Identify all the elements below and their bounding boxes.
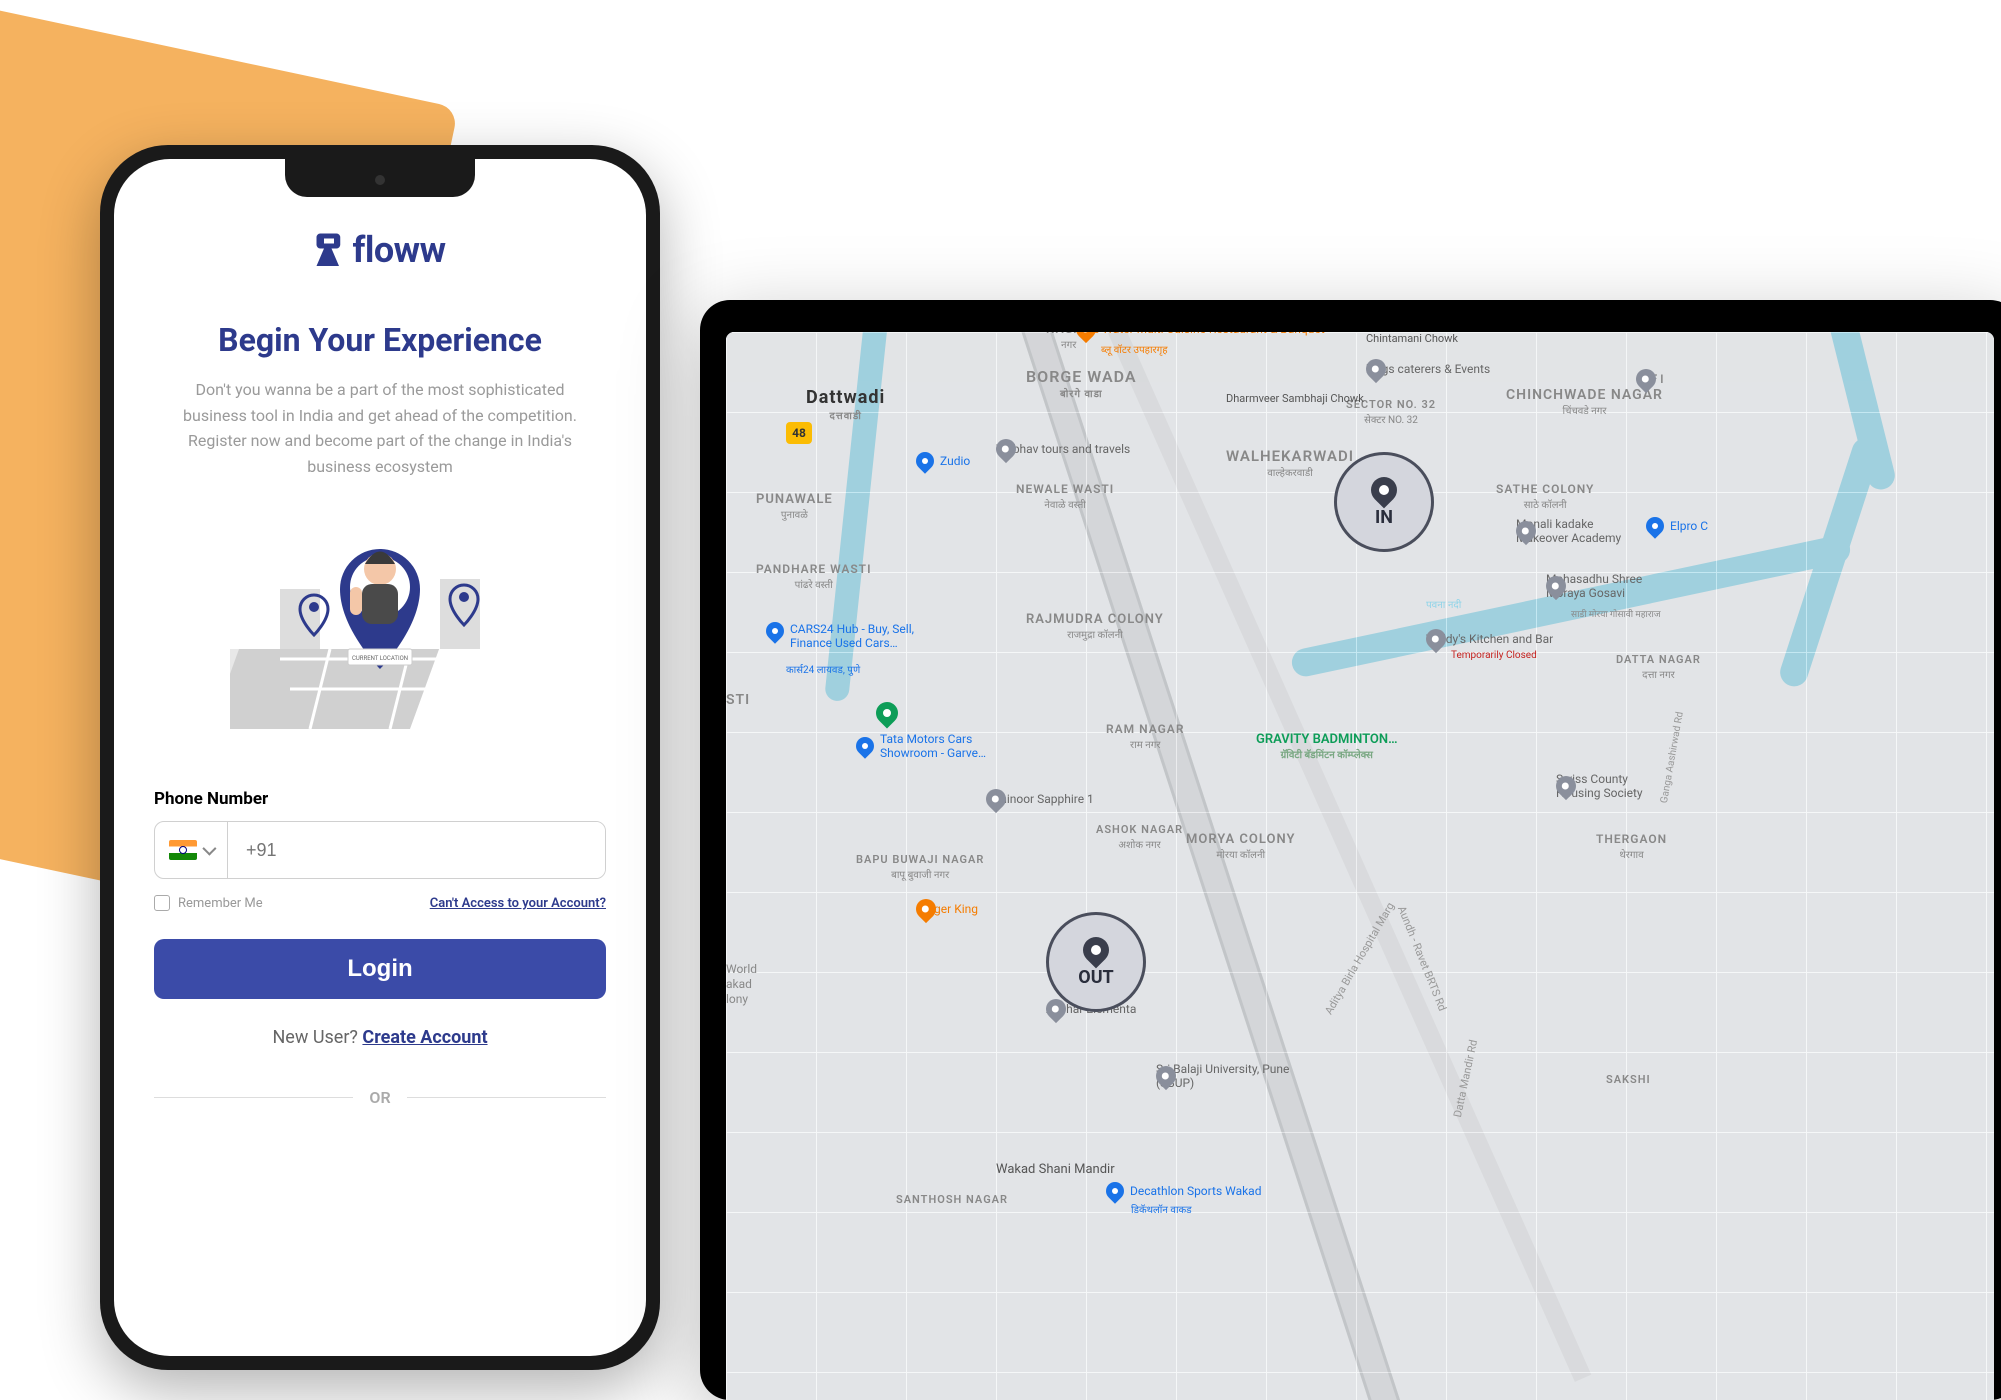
floww-logo-icon (314, 232, 344, 268)
poi-cars24[interactable]: CARS24 Hub - Buy, Sell, Finance Used Car… (766, 622, 930, 650)
area-punawale: PUNAWALEपुनावळे (756, 492, 833, 521)
phone-input-group (154, 821, 606, 879)
app-logo-text: floww (352, 229, 445, 271)
country-code-selector[interactable] (155, 822, 228, 878)
india-flag-icon (169, 840, 197, 860)
poi-elpro[interactable]: Elpro C (1646, 517, 1708, 535)
shop-pin-icon (762, 618, 787, 643)
or-divider: OR (154, 1088, 606, 1107)
map-view[interactable]: 48 NAGARनगर Dattwadiदत्तवाडी BORGE WADAब… (726, 332, 1994, 1400)
checkin-label: IN (1375, 507, 1393, 528)
poi-mahasadhu-sub: साडी मोरया गोसावी महाराज (1571, 607, 1661, 620)
poi-swiss[interactable]: Swiss County Housing Society (1556, 772, 1666, 800)
area-morya: MORYA COLONYमोरया कॉलनी (1186, 832, 1295, 861)
area-chinchwade: CHINCHWADE NAGARचिंचवडे नगर (1506, 387, 1663, 417)
area-pandhare: PANDHARE WASTIपांढरे वस्ती (756, 562, 872, 591)
route-shield-48: 48 (786, 422, 812, 444)
poi-bluewater-sub: ब्लू वॉटर उपहारगृह (1101, 342, 1168, 356)
app-logo: floww (154, 229, 606, 271)
map-background: 48 NAGARनगर Dattwadiदत्तवाडी BORGE WADAब… (726, 332, 1994, 1400)
remember-me-checkbox[interactable]: Remember Me (154, 895, 263, 911)
phone-screen: floww Begin Your Experience Don't you wa… (114, 159, 646, 1356)
area-newale: NEWALE WASTIनेवाळे वस्ती (1016, 482, 1114, 511)
label-wakad-shani: Wakad Shani Mandir (996, 1162, 1115, 1177)
create-account-link[interactable]: Create Account (362, 1027, 487, 1048)
new-user-prefix: New User? (272, 1027, 362, 1048)
checkout-label: OUT (1078, 967, 1113, 988)
new-user-row: New User? Create Account (154, 1027, 606, 1048)
poi-bluewater[interactable]: Blue Water Multi Cuisine Restaurant & Ba… (1076, 332, 1325, 336)
area-rajmudra: RAJMUDRA COLONYराजमुद्रा कॉलनी (1026, 612, 1164, 641)
poi-cars24-sub: कार्स24 लायवड, पुणे (786, 662, 860, 676)
area-sti: STI (726, 692, 750, 708)
area-ashok-nagar: ASHOK NAGARअशोक नगर (1096, 822, 1183, 851)
location-illustration: CURRENT LOCATION (154, 509, 606, 749)
poi-skf[interactable]: SKF I (1636, 372, 1664, 386)
poi-teddy-status: Temporarily Closed (1451, 650, 1537, 661)
shop-pin-icon (1642, 513, 1667, 538)
poi-decathlon[interactable]: Decathlon Sports Wakad (1106, 1182, 1261, 1200)
phone-number-input[interactable] (228, 822, 605, 878)
pin-icon (1078, 931, 1115, 968)
area-borge-wada: BORGE WADAबोरगे वाडा (1026, 367, 1137, 400)
river-label: पवना नदी (1426, 597, 1461, 611)
poi-decathlon-sub: डिकॅथलॉन वाकड (1131, 1202, 1192, 1216)
area-bapu: BAPU BUWAJI NAGARबापू बुवाजी नगर (856, 852, 984, 881)
poi-monali[interactable]: Monali kadake Makeover Academy (1516, 517, 1646, 545)
poi-vaibhav[interactable]: Vaibhav tours and travels (996, 442, 1130, 456)
poi-zudio[interactable]: Zudio (916, 452, 970, 470)
label-world: Worldakadlony (726, 962, 757, 1007)
area-dattwadi: Dattwadiदत्तवाडी (806, 387, 885, 422)
area-walhekarwadi: WALHEKARWADIवाल्हेकरवाडी (1226, 447, 1354, 479)
page-heading: Begin Your Experience (154, 321, 606, 359)
chevron-down-icon (202, 842, 216, 856)
pin-icon (1366, 471, 1403, 508)
poi-kings[interactable]: kings caterers & Events (1366, 362, 1490, 376)
poi-gravity[interactable]: GRAVITY BADMINTON…ग्रॅविटी बॅडमिंटन कॉम्… (1256, 732, 1398, 761)
area-sakshi: SAKSHI (1606, 1072, 1651, 1087)
poi-tata[interactable]: Tata Motors Cars Showroom - Garve… (856, 732, 1010, 760)
shop-pin-icon (912, 448, 937, 473)
area-datta-nagar: DATTA NAGARदत्ता नगर (1616, 652, 1701, 681)
label-chintamani: Chintamani Chowk (1366, 332, 1458, 345)
area-santhosh: SANTHOSH NAGAR (896, 1192, 1008, 1207)
area-thergaon: THERGAONथेरगाव (1596, 832, 1667, 861)
poi-burger-king[interactable]: Burger King (916, 902, 978, 916)
shop-pin-icon (1102, 1178, 1127, 1203)
svg-text:CURRENT LOCATION: CURRENT LOCATION (352, 655, 408, 662)
phone-field-label: Phone Number (154, 789, 606, 809)
checkin-marker[interactable]: IN (1334, 452, 1434, 552)
checkbox-icon (154, 895, 170, 911)
tablet-frame: 48 NAGARनगर Dattwadiदत्तवाडी BORGE WADAब… (700, 300, 2001, 1400)
poi-mahasadhu[interactable]: Mahasadhu Shree Moraya Gosavi (1546, 572, 1676, 600)
login-button[interactable]: Login (154, 939, 606, 999)
remember-me-label: Remember Me (178, 896, 263, 911)
area-sathe: SATHE COLONYसाठे कॉलनी (1496, 482, 1594, 511)
poi-teddy[interactable]: Teddy's Kitchen and Bar (1426, 632, 1553, 646)
shop-pin-icon (852, 733, 877, 758)
cant-access-link[interactable]: Can't Access to your Account? (430, 896, 606, 911)
phone-notch (285, 159, 475, 197)
poi-kohinoor[interactable]: Kohinoor Sapphire 1 (986, 792, 1094, 806)
area-ram-nagar: RAM NAGARराम नगर (1106, 722, 1184, 751)
label-dharmveer: Dharmveer Sambhaji Chowk (1226, 392, 1364, 405)
poi-sbup[interactable]: Sri Balaji University, Pune (SBUP) (1156, 1062, 1296, 1090)
phone-frame: floww Begin Your Experience Don't you wa… (100, 145, 660, 1370)
checkout-marker[interactable]: OUT (1046, 912, 1146, 1012)
page-subtext: Don't you wanna be a part of the most so… (154, 377, 606, 479)
